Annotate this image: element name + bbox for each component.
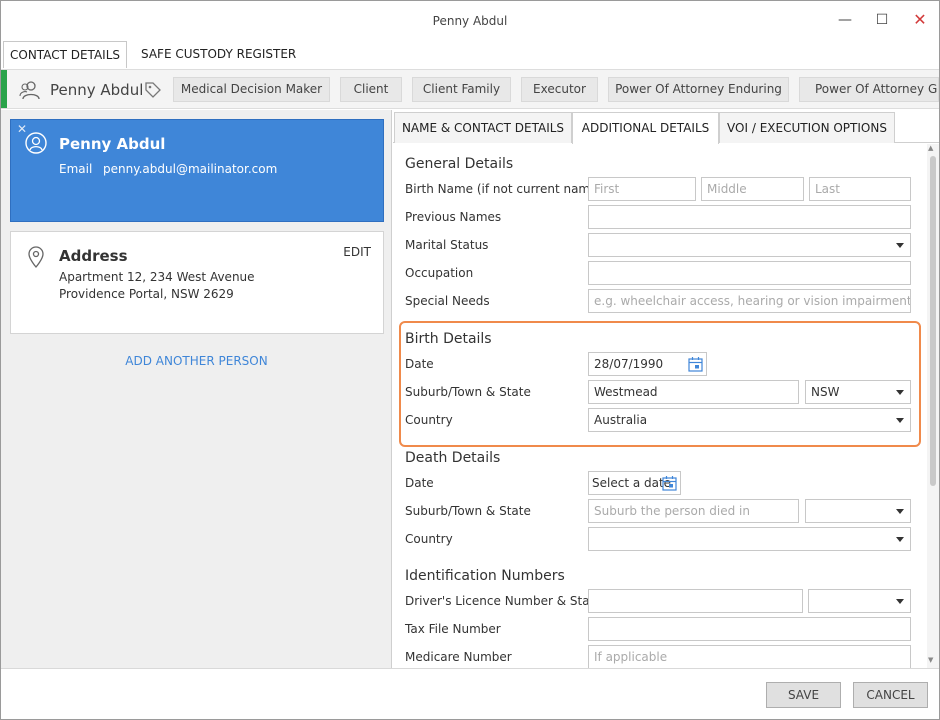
death-state-select[interactable] — [805, 499, 911, 523]
birth-suburb-input[interactable]: Westmead — [588, 380, 799, 404]
window-title: Penny Abdul — [432, 14, 508, 28]
email-value: penny.abdul@mailinator.com — [103, 162, 278, 176]
identification-numbers-title: Identification Numbers — [405, 568, 565, 584]
birth-middle-name-input[interactable]: Middle — [701, 177, 804, 201]
address-line-1: Apartment 12, 234 West Avenue — [59, 270, 255, 284]
person-bar: Penny Abdul Medical Decision Maker Clien… — [1, 69, 939, 109]
user-circle-icon — [25, 132, 47, 154]
death-suburb-label: Suburb/Town & State — [405, 504, 531, 518]
close-window-button[interactable]: ✕ — [908, 9, 932, 31]
role-power-of-attorney-general[interactable]: Power Of Attorney General — [799, 77, 939, 102]
vertical-scrollbar[interactable]: ▲ ▼ — [927, 144, 939, 668]
occupation-label: Occupation — [405, 266, 474, 280]
app-window: Penny Abdul — ☐ ✕ CONTACT DETAILS SAFE C… — [0, 0, 940, 720]
tag-icon[interactable] — [144, 81, 162, 99]
marital-status-select[interactable] — [588, 233, 911, 257]
death-date-input[interactable]: Select a date — [588, 471, 681, 495]
maximize-button[interactable]: ☐ — [870, 9, 894, 31]
tab-voi-execution-options[interactable]: VOI / EXECUTION OPTIONS — [719, 112, 895, 143]
top-tabs: CONTACT DETAILS SAFE CUSTODY REGISTER — [1, 41, 939, 68]
save-button[interactable]: SAVE — [766, 682, 841, 708]
edit-address-button[interactable]: EDIT — [343, 245, 371, 259]
role-executor[interactable]: Executor — [521, 77, 598, 102]
occupation-input[interactable] — [588, 261, 911, 285]
marital-status-label: Marital Status — [405, 238, 489, 252]
previous-names-input[interactable] — [588, 205, 911, 229]
details-pane: NAME & CONTACT DETAILS ADDITIONAL DETAIL… — [393, 110, 939, 668]
minimize-button[interactable]: — — [833, 9, 857, 31]
general-details-title: General Details — [405, 156, 514, 172]
address-title: Address — [59, 247, 128, 265]
scroll-down-icon[interactable]: ▼ — [928, 656, 933, 664]
birth-details-title: Birth Details — [405, 331, 492, 347]
people-list-pane: ✕ Penny Abdul Email penny.abdul@mailinat… — [1, 110, 392, 668]
person-card-name: Penny Abdul — [59, 135, 166, 153]
tax-file-number-label: Tax File Number — [405, 622, 501, 636]
role-power-of-attorney-enduring[interactable]: Power Of Attorney Enduring — [608, 77, 789, 102]
inner-tabs: NAME & CONTACT DETAILS ADDITIONAL DETAIL… — [393, 110, 939, 144]
birth-last-name-input[interactable]: Last — [809, 177, 911, 201]
calendar-icon[interactable] — [662, 475, 677, 491]
tab-safe-custody-register[interactable]: SAFE CUSTODY REGISTER — [129, 41, 308, 68]
birth-date-input[interactable]: 28/07/1990 — [588, 352, 707, 376]
person-name: Penny Abdul — [50, 81, 144, 99]
cancel-button[interactable]: CANCEL — [853, 682, 928, 708]
status-stripe — [1, 70, 7, 108]
address-card: Address EDIT Apartment 12, 234 West Aven… — [10, 231, 384, 334]
address-line-2: Providence Portal, NSW 2629 — [59, 287, 234, 301]
death-date-label: Date — [405, 476, 434, 490]
calendar-icon[interactable] — [688, 356, 703, 372]
death-date-placeholder: Select a date — [592, 476, 672, 490]
licence-label: Driver's Licence Number & State — [405, 594, 602, 608]
licence-state-select[interactable] — [808, 589, 911, 613]
footer-bar: SAVE CANCEL — [1, 668, 939, 719]
people-icon — [19, 81, 40, 100]
map-pin-icon — [28, 246, 44, 268]
person-card[interactable]: ✕ Penny Abdul Email penny.abdul@mailinat… — [10, 119, 384, 222]
birth-name-label: Birth Name (if not current name) — [405, 182, 603, 196]
birth-date-value: 28/07/1990 — [594, 357, 664, 371]
licence-number-input[interactable] — [588, 589, 803, 613]
tax-file-number-input[interactable] — [588, 617, 911, 641]
add-another-person-link[interactable]: ADD ANOTHER PERSON — [1, 354, 392, 368]
birth-state-select[interactable]: NSW — [805, 380, 911, 404]
role-medical-decision-maker[interactable]: Medical Decision Maker — [173, 77, 330, 102]
special-needs-input[interactable]: e.g. wheelchair access, hearing or visio… — [588, 289, 911, 313]
special-needs-label: Special Needs — [405, 294, 490, 308]
birth-country-select[interactable]: Australia — [588, 408, 911, 432]
death-country-label: Country — [405, 532, 453, 546]
medicare-number-input[interactable]: If applicable — [588, 645, 911, 668]
role-client-family[interactable]: Client Family — [412, 77, 511, 102]
tab-name-contact-details[interactable]: NAME & CONTACT DETAILS — [394, 112, 572, 143]
death-suburb-input[interactable]: Suburb the person died in — [588, 499, 799, 523]
tab-contact-details[interactable]: CONTACT DETAILS — [3, 41, 127, 68]
medicare-number-label: Medicare Number — [405, 650, 512, 664]
birth-date-label: Date — [405, 357, 434, 371]
birth-country-label: Country — [405, 413, 453, 427]
death-details-title: Death Details — [405, 450, 501, 466]
scroll-up-icon[interactable]: ▲ — [928, 144, 933, 152]
tab-additional-details[interactable]: ADDITIONAL DETAILS — [572, 112, 719, 144]
email-label: Email — [59, 162, 93, 176]
death-country-select[interactable] — [588, 527, 911, 551]
role-client[interactable]: Client — [340, 77, 402, 102]
scroll-thumb[interactable] — [930, 156, 936, 486]
birth-first-name-input[interactable]: First — [588, 177, 696, 201]
birth-suburb-label: Suburb/Town & State — [405, 385, 531, 399]
title-bar: Penny Abdul — ☐ ✕ — [1, 1, 939, 41]
previous-names-label: Previous Names — [405, 210, 502, 224]
